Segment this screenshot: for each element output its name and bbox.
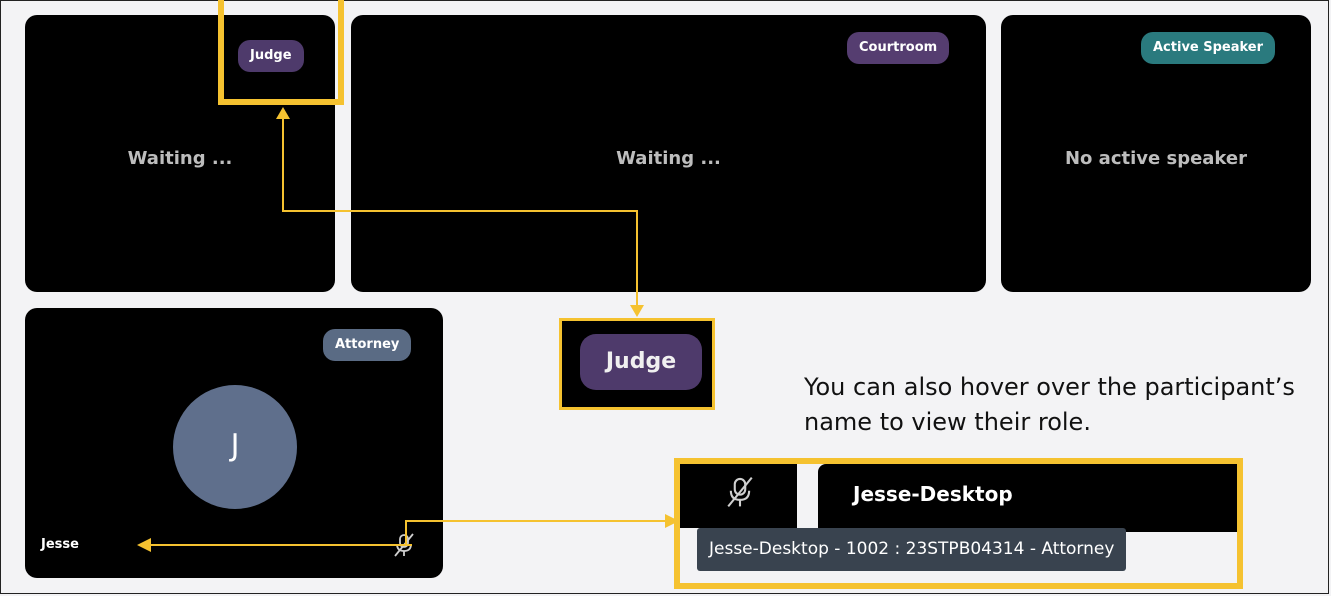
participant-name-bar[interactable]: Jesse-Desktop [818,464,1237,532]
hover-tip-text: You can also hover over the participant’… [804,373,1295,436]
no-active-speaker-text: No active speaker [1064,148,1248,169]
judge-badge-zoom-box: Judge [559,318,715,410]
participant-name[interactable]: Jesse [41,537,79,552]
courtroom-role-badge: Courtroom [847,32,950,64]
participant-role-tooltip: Jesse-Desktop - 1002 : 23STPB04314 - Att… [697,528,1127,571]
active-speaker-tile[interactable]: Active Speaker No active speaker [1001,15,1311,292]
attorney-video-tile[interactable]: Attorney J Jesse [25,308,443,578]
judge-badge-highlight [218,0,344,105]
participant-name-zoom: Jesse-Desktop [853,482,1013,506]
mic-muted-icon [727,476,753,508]
active-speaker-badge: Active Speaker [1141,32,1276,64]
judge-waiting-text: Waiting ... [127,148,233,169]
connector-line [636,210,638,306]
connector-line [150,544,412,546]
courtroom-waiting-text: Waiting ... [616,148,721,169]
attorney-role-badge: Attorney [323,329,412,361]
judge-badge-zoom: Judge [580,334,702,390]
connector-line [282,117,284,211]
participant-avatar: J [173,385,297,509]
arrow-left-head [137,538,151,552]
courtroom-video-tile[interactable]: Courtroom Waiting ... [351,15,986,292]
connector-line [282,210,637,212]
connector-line [405,520,407,545]
arrow-down-head [630,305,644,317]
avatar-initial: J [230,428,240,463]
mic-button-zoom[interactable] [680,464,797,528]
connector-line [405,520,667,522]
